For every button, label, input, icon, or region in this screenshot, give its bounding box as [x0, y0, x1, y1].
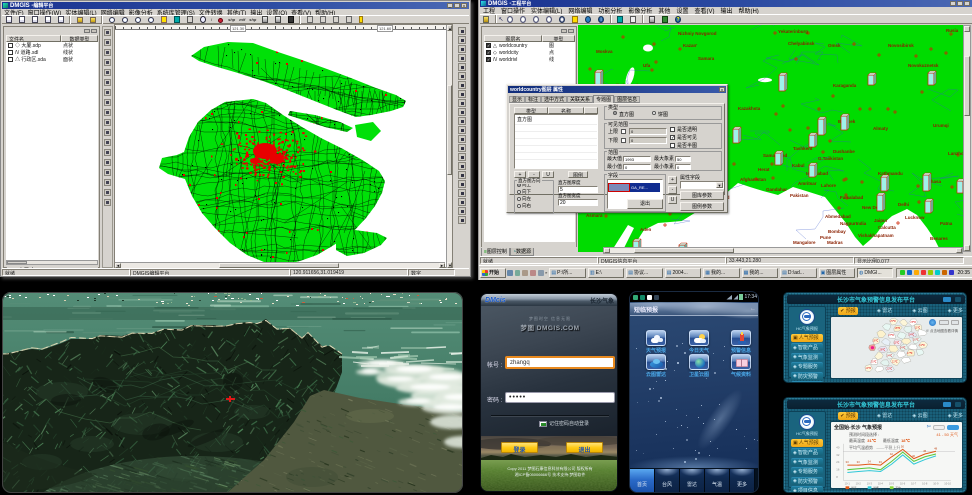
svg-text:Kazakhsta: Kazakhsta: [738, 106, 761, 111]
svg-text:34: 34: [868, 459, 872, 463]
svg-text:24℃: 24℃: [909, 332, 916, 336]
svg-text:28℃: 28℃: [879, 347, 886, 351]
svg-text:25℃: 25℃: [890, 319, 897, 323]
svg-text:10-9: 10-9: [933, 481, 939, 485]
svg-text:10-5: 10-5: [889, 481, 895, 485]
svg-text:50: 50: [901, 445, 905, 449]
svg-text:Gandahar: Gandahar: [766, 187, 787, 192]
svg-text:24℃: 24℃: [900, 346, 907, 350]
svg-text:Karaganda: Karaganda: [833, 83, 857, 88]
svg-text:Pune: Pune: [820, 235, 831, 240]
svg-text:G.Taiikistan: G.Taiikistan: [818, 156, 843, 161]
svg-text:10-2: 10-2: [856, 481, 862, 485]
svg-text:Abmedabad: Abmedabad: [825, 214, 851, 219]
svg-text:Amritsar: Amritsar: [798, 181, 817, 186]
svg-text:Herat: Herat: [758, 167, 770, 172]
svg-text:15℃: 15℃: [871, 360, 878, 364]
svg-text:Ufa: Ufa: [643, 63, 651, 68]
svg-text:Benares: Benares: [930, 236, 948, 241]
svg-text:NagpurIndia: NagpurIndia: [840, 221, 867, 226]
svg-text:10-10: 10-10: [944, 481, 951, 485]
svg-text:Asmara: Asmara: [586, 213, 603, 218]
svg-text:Afghanistan: Afghanistan: [740, 177, 766, 182]
svg-text:Novokuznetsk: Novokuznetsk: [908, 63, 939, 68]
svg-text:22℃: 22℃: [892, 360, 899, 364]
svg-text:Rusia: Rusia: [946, 28, 959, 33]
svg-text:33: 33: [879, 460, 883, 464]
svg-text:Almaty: Almaty: [873, 126, 889, 131]
svg-text:33: 33: [846, 460, 850, 464]
svg-text:8: 8: [836, 475, 838, 479]
svg-text:Pakistan: Pakistan: [790, 193, 809, 198]
svg-text:25℃: 25℃: [910, 320, 917, 324]
svg-text:Mangalore: Mangalore: [793, 240, 816, 245]
svg-text:Aden: Aden: [640, 227, 652, 232]
svg-text:27℃: 27℃: [888, 333, 895, 337]
svg-text:24: 24: [836, 460, 840, 464]
svg-text:17℃: 17℃: [907, 351, 914, 355]
svg-text:40: 40: [836, 445, 840, 449]
svg-text:Omsk: Omsk: [828, 43, 841, 48]
svg-text:14℃: 14℃: [865, 366, 872, 370]
svg-text:平均: 平均: [895, 486, 901, 490]
svg-text:Kathmandu: Kathmandu: [878, 171, 903, 176]
svg-text:40: 40: [912, 454, 916, 458]
svg-text:Yekaterinburg: Yekaterinburg: [778, 29, 808, 34]
svg-text:22℃: 22℃: [887, 367, 894, 371]
svg-text:33: 33: [857, 460, 861, 464]
svg-text:Calcutta: Calcutta: [878, 225, 896, 230]
svg-text:Moskva: Moskva: [596, 49, 613, 54]
svg-text:10-8: 10-8: [922, 481, 928, 485]
svg-text:32: 32: [836, 453, 840, 457]
svg-text:42: 42: [890, 452, 894, 456]
svg-text:18℃: 18℃: [894, 326, 901, 330]
svg-text:10-7: 10-7: [911, 481, 917, 485]
svg-text:Vishakhapatnam: Vishakhapatnam: [858, 233, 894, 238]
svg-text:20℃: 20℃: [913, 338, 920, 342]
svg-text:Chelyabinsk: Chelyabinsk: [788, 41, 815, 46]
svg-text:Novosibirsk: Novosibirsk: [888, 43, 914, 48]
svg-text:Madras: Madras: [827, 240, 843, 245]
svg-text:10-6: 10-6: [900, 481, 906, 485]
svg-text:最高: 最高: [851, 486, 857, 490]
svg-text:Kabul: Kabul: [792, 163, 805, 168]
svg-text:Patna: Patna: [940, 221, 953, 226]
svg-text:Lahore: Lahore: [821, 183, 837, 188]
svg-text:Jaipur: Jaipur: [874, 218, 888, 223]
svg-text:Dushanbe: Dushanbe: [833, 149, 855, 154]
svg-text:Samara: Samara: [698, 56, 715, 61]
svg-text:45: 45: [923, 449, 927, 453]
svg-text:Lanzhou: Lanzhou: [948, 151, 963, 156]
svg-text:10-4: 10-4: [878, 481, 884, 485]
svg-text:19℃: 19℃: [919, 343, 926, 347]
svg-text:14℃: 14℃: [887, 353, 894, 357]
svg-text:Bombay: Bombay: [828, 229, 846, 234]
svg-text:Nizhniy Novgorod: Nizhniy Novgorod: [678, 31, 717, 36]
svg-text:最低: 最低: [873, 486, 879, 490]
svg-text:Kazan': Kazan': [683, 43, 697, 48]
svg-text:Delhi: Delhi: [898, 202, 909, 207]
svg-text:Lucknow: Lucknow: [905, 215, 925, 220]
svg-text:10-3: 10-3: [867, 481, 873, 485]
svg-text:10-1: 10-1: [845, 481, 851, 485]
svg-text:16℃: 16℃: [872, 339, 879, 343]
svg-text:48: 48: [934, 446, 938, 450]
svg-text:Urumqi: Urumqi: [933, 123, 949, 128]
svg-text:16: 16: [836, 468, 840, 472]
svg-text:Faisalabad: Faisalabad: [840, 195, 864, 200]
